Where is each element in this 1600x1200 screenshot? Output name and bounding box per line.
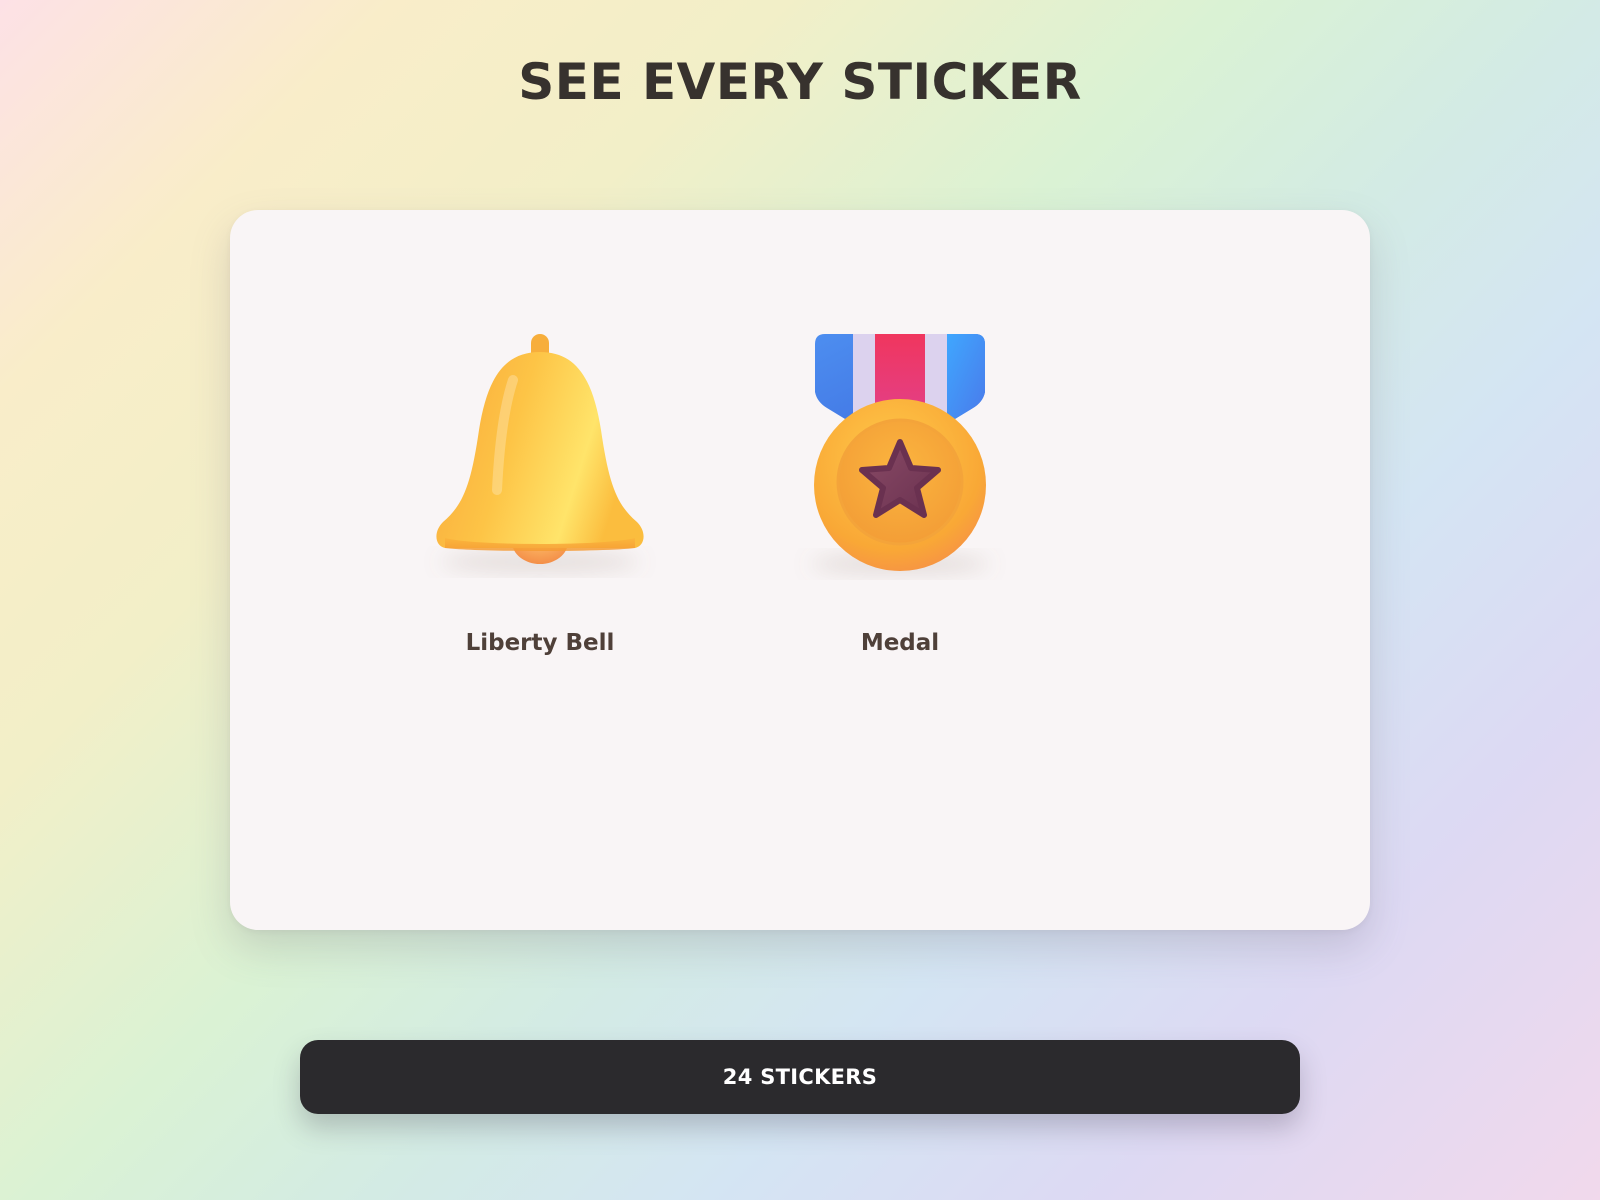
sticker-count-label: 24 STICKERS	[722, 1065, 878, 1089]
bell-icon	[415, 310, 665, 580]
page-title: SEE EVERY STICKER	[518, 53, 1082, 111]
sticker-label: Medal	[860, 630, 940, 656]
sticker-label: Liberty Bell	[465, 630, 615, 656]
medal-icon	[775, 310, 1025, 580]
sticker-card-liberty-bell[interactable]: Liberty Bell	[390, 310, 690, 670]
sticker-count-button[interactable]: 24 STICKERS	[300, 1040, 1300, 1114]
sticker-gallery-panel: Liberty Bell Medal	[230, 210, 1370, 930]
sticker-card-medal[interactable]: Medal	[750, 310, 1050, 670]
